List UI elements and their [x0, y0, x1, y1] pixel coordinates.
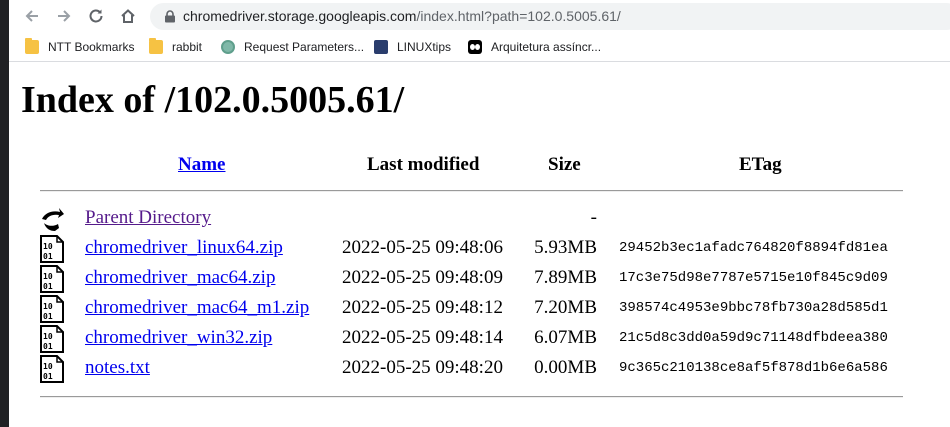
binary-file-icon: 10 01 — [40, 325, 64, 353]
bookmark-linuxtips[interactable]: LINUXtips — [374, 38, 451, 56]
bookmark-rabbit[interactable]: rabbit — [149, 38, 202, 56]
footer-divider — [40, 396, 903, 398]
row-size: - — [590, 207, 597, 228]
svg-text:01: 01 — [43, 342, 53, 351]
row-etag: 398574c4953e9bbc78fb730a28d585d1 — [619, 300, 888, 316]
binary-file-icon: 10 01 — [40, 295, 64, 323]
page-title: Index of /102.0.5005.61/ — [21, 79, 405, 121]
table-row: 10 01 chromedriver_win32.zip 2022-05-25 … — [0, 324, 950, 354]
parent-directory-link[interactable]: Parent Directory — [85, 207, 211, 229]
file-link[interactable]: chromedriver_mac64.zip — [85, 267, 275, 289]
svg-text:10: 10 — [43, 302, 53, 311]
row-etag: 9c365c210138ce8af5f878d1b6e6a586 — [619, 360, 888, 376]
table-row-parent: Parent Directory - — [0, 204, 950, 234]
svg-text:10: 10 — [43, 332, 53, 341]
table-row: 10 01 chromedriver_mac64.zip 2022-05-25 … — [0, 264, 950, 294]
lock-icon — [165, 10, 175, 23]
svg-text:01: 01 — [43, 282, 53, 291]
row-etag: 21c5d8c3dd0a59d9c71148dfbdeea380 — [619, 330, 888, 346]
svg-text:10: 10 — [43, 242, 53, 251]
row-last-modified: 2022-05-25 09:48:09 — [342, 267, 503, 288]
row-last-modified: 2022-05-25 09:48:20 — [342, 357, 503, 378]
forward-arrow-icon — [58, 10, 71, 22]
column-header-last-modified: Last modified — [367, 154, 480, 175]
back-button[interactable] — [19, 4, 45, 28]
arquitetura-favicon-icon — [468, 40, 482, 54]
bookmark-ntt-bookmarks[interactable]: NTT Bookmarks — [25, 38, 134, 56]
table-row: 10 01 chromedriver_linux64.zip 2022-05-2… — [0, 234, 950, 264]
row-size: 7.89MB — [534, 267, 597, 288]
svg-text:01: 01 — [43, 312, 53, 321]
svg-text:10: 10 — [43, 362, 53, 371]
svg-text:10: 10 — [43, 272, 53, 281]
forward-button[interactable] — [51, 4, 77, 28]
address-bar[interactable]: chromedriver.storage.googleapis.com/inde… — [150, 3, 950, 30]
row-etag: 17c3e75d98e7787e5715e10f845c9d09 — [619, 270, 888, 286]
binary-file-icon: 10 01 — [40, 235, 64, 263]
column-header-name[interactable]: Name — [178, 154, 225, 176]
home-button[interactable] — [115, 4, 141, 28]
browser-toolbar: chromedriver.storage.googleapis.com/inde… — [9, 0, 950, 33]
file-link[interactable]: notes.txt — [85, 357, 150, 379]
file-link[interactable]: chromedriver_linux64.zip — [85, 237, 283, 259]
row-last-modified: 2022-05-25 09:48:06 — [342, 237, 503, 258]
row-last-modified: 2022-05-25 09:48:14 — [342, 327, 503, 348]
bookmark-arquitetura[interactable]: Arquitetura assíncr... — [468, 38, 601, 56]
row-etag: 29452b3ec1afadc764820f8894fd81ea — [619, 240, 888, 256]
linuxtips-favicon-icon — [374, 40, 388, 54]
binary-file-icon: 10 01 — [40, 355, 64, 383]
header-divider — [40, 190, 903, 192]
column-header-size: Size — [548, 154, 581, 175]
table-row: 10 01 chromedriver_mac64_m1.zip 2022-05-… — [0, 294, 950, 324]
reload-icon — [89, 9, 103, 23]
svg-text:01: 01 — [43, 252, 53, 261]
folder-icon — [25, 38, 39, 54]
svg-text:01: 01 — [43, 372, 53, 381]
back-arrow-nav-icon — [25, 10, 38, 22]
column-header-etag: ETag — [739, 154, 782, 175]
file-link[interactable]: chromedriver_mac64_m1.zip — [85, 297, 309, 319]
row-size: 5.93MB — [534, 237, 597, 258]
home-icon — [121, 9, 135, 23]
folder-icon — [149, 38, 163, 54]
url-text: chromedriver.storage.googleapis.com/inde… — [183, 8, 621, 24]
bookmark-request-parameters[interactable]: Request Parameters... — [221, 38, 364, 56]
site-favicon-icon — [221, 40, 235, 54]
row-size: 7.20MB — [534, 297, 597, 318]
file-link[interactable]: chromedriver_win32.zip — [85, 327, 272, 349]
bookmarks-bar: NTT Bookmarks rabbit Request Parameters.… — [9, 33, 950, 62]
binary-file-icon: 10 01 — [40, 265, 64, 293]
back-arrow-icon — [42, 208, 64, 231]
row-last-modified: 2022-05-25 09:48:12 — [342, 297, 503, 318]
table-row: 10 01 notes.txt 2022-05-25 09:48:20 0.00… — [0, 354, 950, 384]
row-size: 0.00MB — [534, 357, 597, 378]
reload-button[interactable] — [83, 4, 109, 28]
row-size: 6.07MB — [534, 327, 597, 348]
